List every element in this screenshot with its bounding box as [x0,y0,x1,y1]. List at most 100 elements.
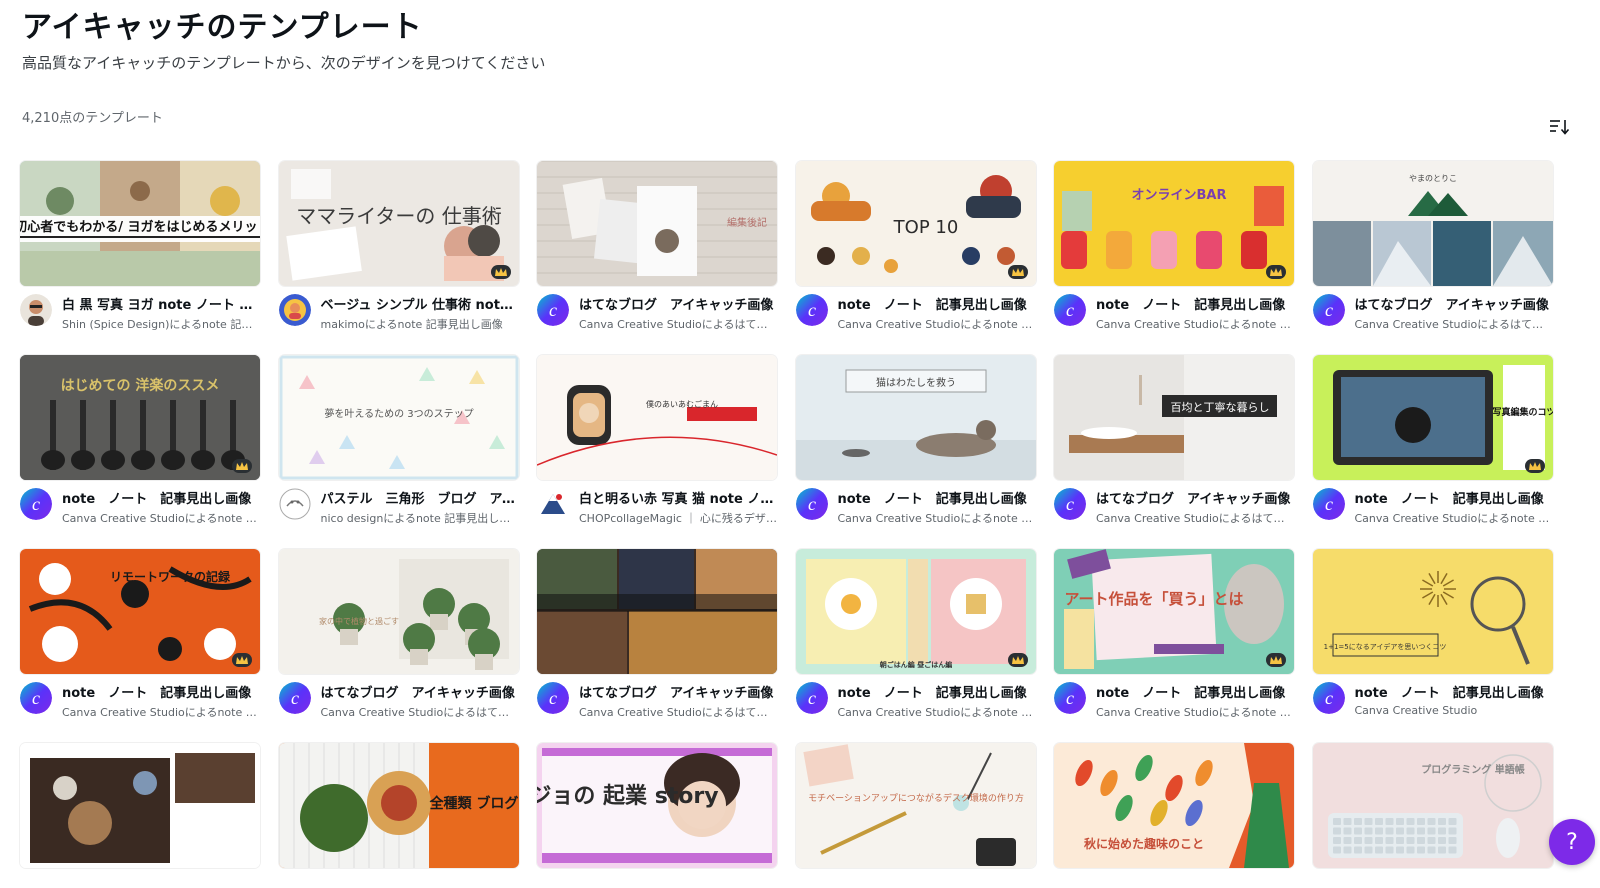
template-card[interactable]: アート作品を「買う」とは c note ノート 記事見出し画像 Canva Crea… [1054,549,1294,727]
creator-avatar[interactable]: c [1312,682,1345,714]
template-author[interactable]: Canva Creative Studioによるnote 記事見出し画像 [1096,316,1294,332]
template-card[interactable]: 百均と丁寧な暮らし c はてなブログ アイキャッチ画像 Canva Creative… [1054,355,1294,533]
template-thumbnail[interactable]: プログラミング 単語帳 [1312,743,1553,868]
template-thumbnail[interactable]: はじめての 洋楽のススメ [20,355,260,480]
template-author[interactable]: Shin (Spice Design)によるnote 記事見出し画像 [62,316,260,332]
creator-avatar[interactable]: c [278,682,311,714]
creator-avatar[interactable]: c [1054,488,1086,520]
template-thumbnail[interactable]: 僕のあいあむごまん [537,355,777,480]
template-thumbnail[interactable]: リモートワークの記録 [20,549,260,674]
template-card[interactable]: オンラインBAR c note ノート 記事見出し画像 Canva Creative… [1054,161,1294,339]
template-thumbnail[interactable]: 全種類 ブログ [278,743,519,868]
creator-avatar[interactable] [537,488,569,520]
template-author[interactable]: nico designによるnote 記事見出し画像 [321,510,519,526]
template-thumbnail[interactable]: 編集後記 [537,161,777,286]
template-card[interactable]: リモートワークの記録 c note ノート 記事見出し画像 Canva Creati… [20,549,260,727]
template-title[interactable]: note ノート 記事見出し画像 [1096,682,1294,701]
template-title[interactable]: はてなブログ アイキャッチ画像 [579,294,777,313]
creator-avatar[interactable]: c [537,294,569,326]
creator-avatar[interactable]: c [20,682,52,714]
template-card[interactable]: やまのとりこ c はてなブログ アイキャッチ画像 Canva Creative St… [1312,161,1553,339]
template-author[interactable]: Canva Creative Studioによるnote 記事見出し画像 [1096,704,1294,720]
template-title[interactable]: note ノート 記事見出し画像 [62,682,260,701]
creator-avatar[interactable] [278,294,311,326]
template-card[interactable]: \初心者でもわかる/ ヨガをはじめるメリット 白 黒 写真 ヨガ note ノー… [20,161,260,339]
creator-avatar[interactable]: c [1312,488,1345,520]
creator-avatar[interactable]: c [795,488,828,520]
template-thumbnail[interactable] [20,743,260,868]
template-title[interactable]: note ノート 記事見出し画像 [1355,488,1553,507]
template-card[interactable]: ママライターの 仕事術 ベージュ シンプル 仕事術 note 記事見出し画像 ma… [278,161,519,339]
creator-avatar[interactable]: c [795,294,828,326]
template-author[interactable]: Canva Creative Studioによるnote 記事見出し画像 [838,704,1036,720]
template-thumbnail[interactable]: カノジョの 起業 story [537,743,777,868]
template-thumbnail[interactable]: 朝ごはん編 昼ごはん編 [795,549,1036,674]
template-card[interactable]: 家の中で植物と過ごす c はてなブログ アイキャッチ画像 Canva Creativ… [278,549,519,727]
template-author[interactable]: Canva Creative Studioによるはてなブログ [1096,510,1294,526]
creator-avatar[interactable]: c [537,682,569,714]
template-card[interactable]: c はてなブログ アイキャッチ画像 Canva Creative Studioによる… [537,549,777,727]
help-button[interactable]: ? [1549,819,1595,865]
template-thumbnail[interactable]: 猫はわたしを救う [795,355,1036,480]
template-title[interactable]: はてなブログ アイキャッチ画像 [1355,294,1553,313]
template-thumbnail[interactable]: 夢を叶えるための 3つのステップ [278,355,519,480]
template-card[interactable]: 全種類 ブログ [278,743,519,888]
template-card[interactable]: 編集後記 c はてなブログ アイキャッチ画像 Canva Creative Stud… [537,161,777,339]
template-thumbnail[interactable]: オンラインBAR [1054,161,1294,286]
template-title[interactable]: note ノート 記事見出し画像 [1355,682,1553,701]
template-title[interactable]: note ノート 記事見出し画像 [838,682,1036,701]
creator-avatar[interactable]: c [795,682,828,714]
template-title[interactable]: パステル 三角形 ブログ アイキャッチ [321,488,519,507]
template-title[interactable]: はてなブログ アイキャッチ画像 [579,682,777,701]
template-card[interactable]: 秋に始めた趣味のこと [1054,743,1294,888]
creator-avatar[interactable] [20,294,52,326]
template-thumbnail[interactable]: アート作品を「買う」とは [1054,549,1294,674]
template-title[interactable]: 白と明るい赤 写真 猫 note ノート 記事見出し画像 [579,488,777,507]
template-thumbnail[interactable]: 写真編集のコツ [1312,355,1553,480]
creator-avatar[interactable]: c [1054,294,1086,326]
template-title[interactable]: はてなブログ アイキャッチ画像 [321,682,519,701]
template-card[interactable]: プログラミング 単語帳 [1312,743,1553,888]
template-title[interactable]: はてなブログ アイキャッチ画像 [1096,488,1294,507]
template-card[interactable]: モチベーションアップにつながるデスク環境の作り方 [795,743,1036,888]
template-author[interactable]: Canva Creative Studioによるnote 記事見出し画像 [838,510,1036,526]
template-card[interactable]: カノジョの 起業 story [537,743,777,888]
template-author[interactable]: Canva Creative Studioによるはてなブログ [321,704,519,720]
template-author[interactable]: makimoによるnote 記事見出し画像 [321,316,519,332]
template-card[interactable]: 1+1=5になるアイデアを思いつくコツ c note ノート 記事見出し画像 Can… [1312,549,1553,727]
template-thumbnail[interactable]: TOP 10 [795,161,1036,286]
template-author[interactable]: Canva Creative Studioによるはてなブログ [1355,316,1553,332]
template-card[interactable]: はじめての 洋楽のススメ c note ノート 記事見出し画像 Canva Crea… [20,355,260,533]
template-card[interactable] [20,743,260,888]
template-author[interactable]: Canva Creative Studioによるnote 記事見出し画像 [1355,510,1553,526]
template-author[interactable]: Canva Creative Studioによるnote 記事見出し画像 [62,510,260,526]
creator-avatar[interactable]: c [1312,294,1345,326]
creator-avatar[interactable] [279,488,311,520]
template-thumbnail[interactable]: ママライターの 仕事術 [278,161,519,286]
template-thumbnail[interactable]: モチベーションアップにつながるデスク環境の作り方 [795,743,1036,868]
template-card[interactable]: 僕のあいあむごまん 白と明るい赤 写真 猫 note ノート 記事見出し画像 CH… [537,355,777,533]
template-card[interactable]: TOP 10 c note ノート 記事見出し画像 Canva Creative S… [795,161,1036,339]
template-author[interactable]: CHOPcollageMagic ｜ 心に残るデザイン [579,510,777,526]
template-author[interactable]: Canva Creative Studioによるはてなブログ [579,704,777,720]
template-thumbnail[interactable]: \初心者でもわかる/ ヨガをはじめるメリット [20,161,260,286]
template-author[interactable]: Canva Creative Studioによるはてなブログ [579,316,777,332]
template-thumbnail[interactable]: やまのとりこ [1312,161,1553,286]
creator-avatar[interactable]: c [20,488,52,520]
template-thumbnail[interactable]: 家の中で植物と過ごす [278,549,519,674]
sort-button[interactable] [1548,117,1572,137]
template-thumbnail[interactable]: 1+1=5になるアイデアを思いつくコツ [1312,549,1553,674]
template-title[interactable]: 白 黒 写真 ヨガ note ノート 記事見出し画像 [62,294,260,313]
template-thumbnail[interactable] [537,549,777,674]
template-title[interactable]: ベージュ シンプル 仕事術 note 記事見出し画像 [321,294,519,313]
template-author[interactable]: Canva Creative Studio [1355,704,1553,717]
creator-avatar[interactable]: c [1054,682,1086,714]
template-thumbnail[interactable]: 百均と丁寧な暮らし [1054,355,1294,480]
template-title[interactable]: note ノート 記事見出し画像 [62,488,260,507]
template-author[interactable]: Canva Creative Studioによるnote 記事見出し画像 [838,316,1036,332]
template-card[interactable]: 猫はわたしを救う c note ノート 記事見出し画像 Canva Creative… [795,355,1036,533]
template-title[interactable]: note ノート 記事見出し画像 [1096,294,1294,313]
template-thumbnail[interactable]: 秋に始めた趣味のこと [1054,743,1294,868]
template-title[interactable]: note ノート 記事見出し画像 [838,294,1036,313]
template-card[interactable]: 写真編集のコツ c note ノート 記事見出し画像 Canva Creative … [1312,355,1553,533]
